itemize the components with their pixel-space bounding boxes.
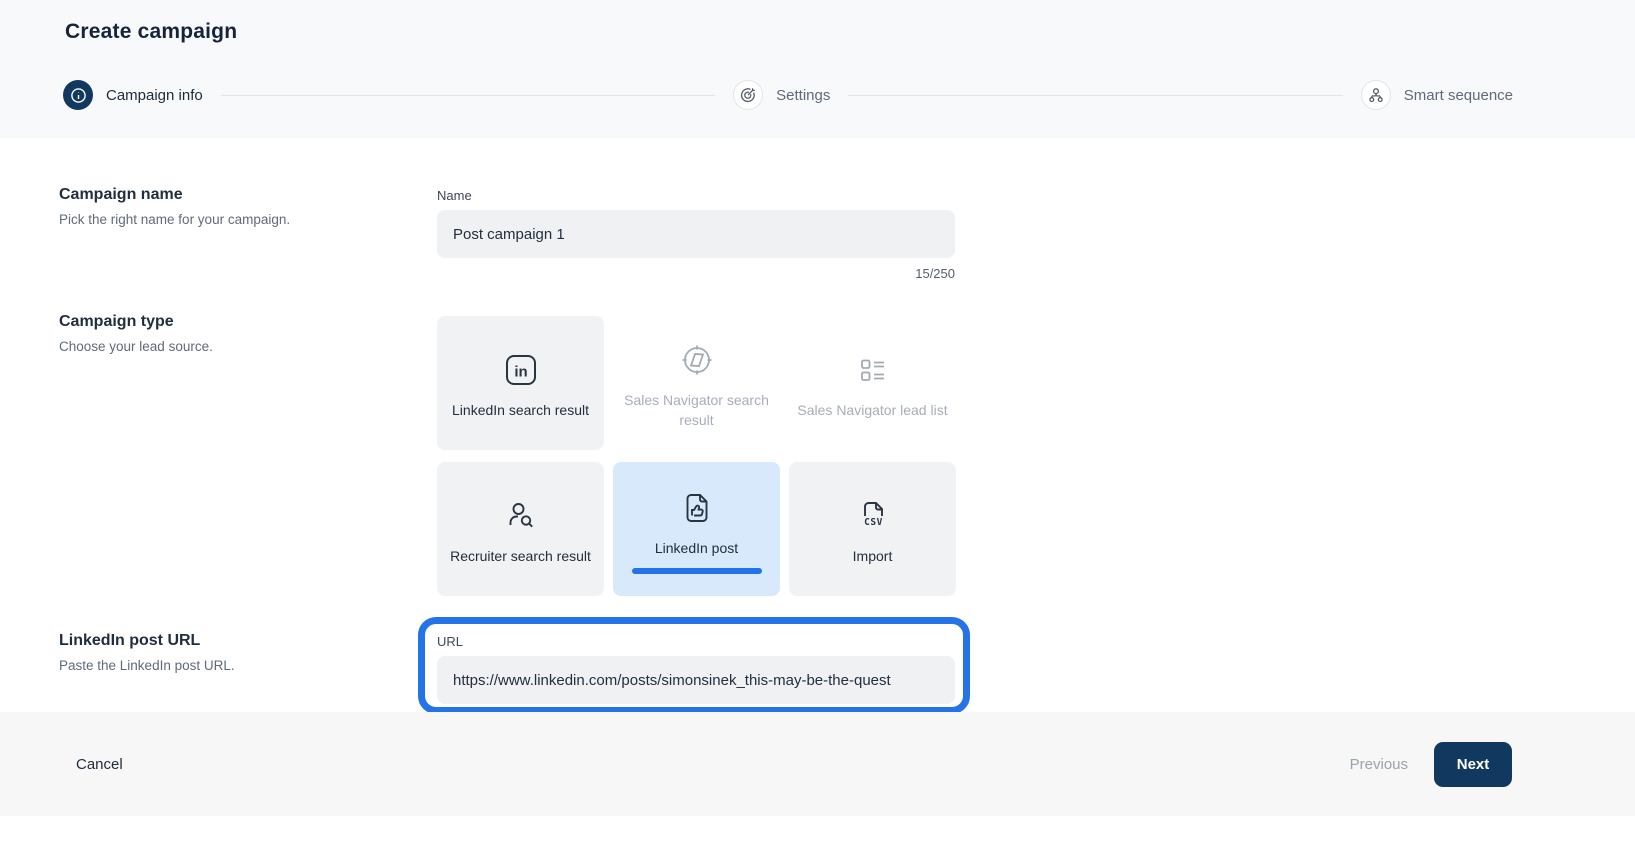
hierarchy-icon	[1361, 80, 1391, 110]
page-title: Create campaign	[65, 20, 237, 44]
selected-underline	[632, 568, 762, 574]
card-sales-navigator-lead-list: Sales Navigator lead list	[789, 316, 956, 450]
csv-file-icon: CSV	[854, 496, 892, 536]
card-label: Sales Navigator lead list	[797, 400, 947, 420]
card-recruiter-search-result[interactable]: Recruiter search result	[437, 462, 604, 596]
recruiter-search-icon	[502, 496, 540, 536]
section-heading: Campaign type	[59, 313, 213, 331]
next-button[interactable]: Next	[1434, 742, 1512, 787]
previous-button[interactable]: Previous	[1350, 756, 1408, 773]
campaign-type-section-head: Campaign type Choose your lead source.	[59, 313, 213, 354]
card-sales-navigator-search-result: Sales Navigator search result	[613, 316, 780, 450]
card-linkedin-post[interactable]: LinkedIn post	[613, 462, 780, 596]
wizard-header: Create campaign Campaign info	[0, 0, 1635, 138]
linkedin-icon: in	[502, 350, 540, 390]
linkedin-post-url-section-head: LinkedIn post URL Paste the LinkedIn pos…	[59, 632, 235, 673]
linkedin-post-icon	[678, 488, 716, 528]
footer-actions: Previous Next	[1350, 742, 1512, 787]
card-label: LinkedIn search result	[452, 400, 589, 420]
section-subheading: Choose your lead source.	[59, 339, 213, 354]
compass-icon	[678, 340, 716, 380]
card-label: LinkedIn post	[655, 538, 738, 558]
section-heading: LinkedIn post URL	[59, 632, 235, 650]
svg-text:CSV: CSV	[864, 517, 883, 528]
section-subheading: Paste the LinkedIn post URL.	[59, 658, 235, 673]
svg-text:in: in	[514, 363, 527, 380]
cancel-button[interactable]: Cancel	[76, 756, 123, 773]
stepper-line	[848, 95, 1342, 96]
step-settings[interactable]: Settings	[733, 80, 830, 110]
create-campaign-page: Create campaign Campaign info	[0, 0, 1635, 850]
step-smart-sequence[interactable]: Smart sequence	[1361, 80, 1513, 110]
card-linkedin-search-result[interactable]: in LinkedIn search result	[437, 316, 604, 450]
card-import[interactable]: CSV Import	[789, 462, 956, 596]
lead-list-icon	[854, 350, 892, 390]
step-label: Settings	[776, 87, 830, 104]
info-icon	[63, 80, 93, 110]
wizard-footer: Cancel Previous Next	[0, 712, 1635, 816]
step-label: Campaign info	[106, 87, 203, 104]
campaign-name-input[interactable]	[437, 210, 955, 258]
target-icon	[733, 80, 763, 110]
step-campaign-info[interactable]: Campaign info	[63, 80, 203, 110]
name-field-label: Name	[437, 188, 955, 203]
stepper: Campaign info Settings	[63, 79, 1513, 111]
step-label: Smart sequence	[1404, 87, 1513, 104]
stepper-line	[221, 95, 715, 96]
card-label: Sales Navigator search result	[621, 390, 772, 431]
linkedin-post-url-input[interactable]	[437, 656, 955, 704]
section-heading: Campaign name	[59, 186, 290, 204]
campaign-type-grid: in LinkedIn search result Sales Navigato…	[437, 316, 956, 596]
campaign-name-section-head: Campaign name Pick the right name for yo…	[59, 186, 290, 227]
url-field-label: URL	[437, 634, 963, 649]
card-label: Recruiter search result	[450, 546, 591, 566]
char-counter: 15/250	[437, 266, 955, 281]
section-subheading: Pick the right name for your campaign.	[59, 212, 290, 227]
name-field-block: Name 15/250	[437, 188, 955, 281]
card-label: Import	[853, 546, 893, 566]
url-field-highlight: URL	[418, 617, 970, 714]
